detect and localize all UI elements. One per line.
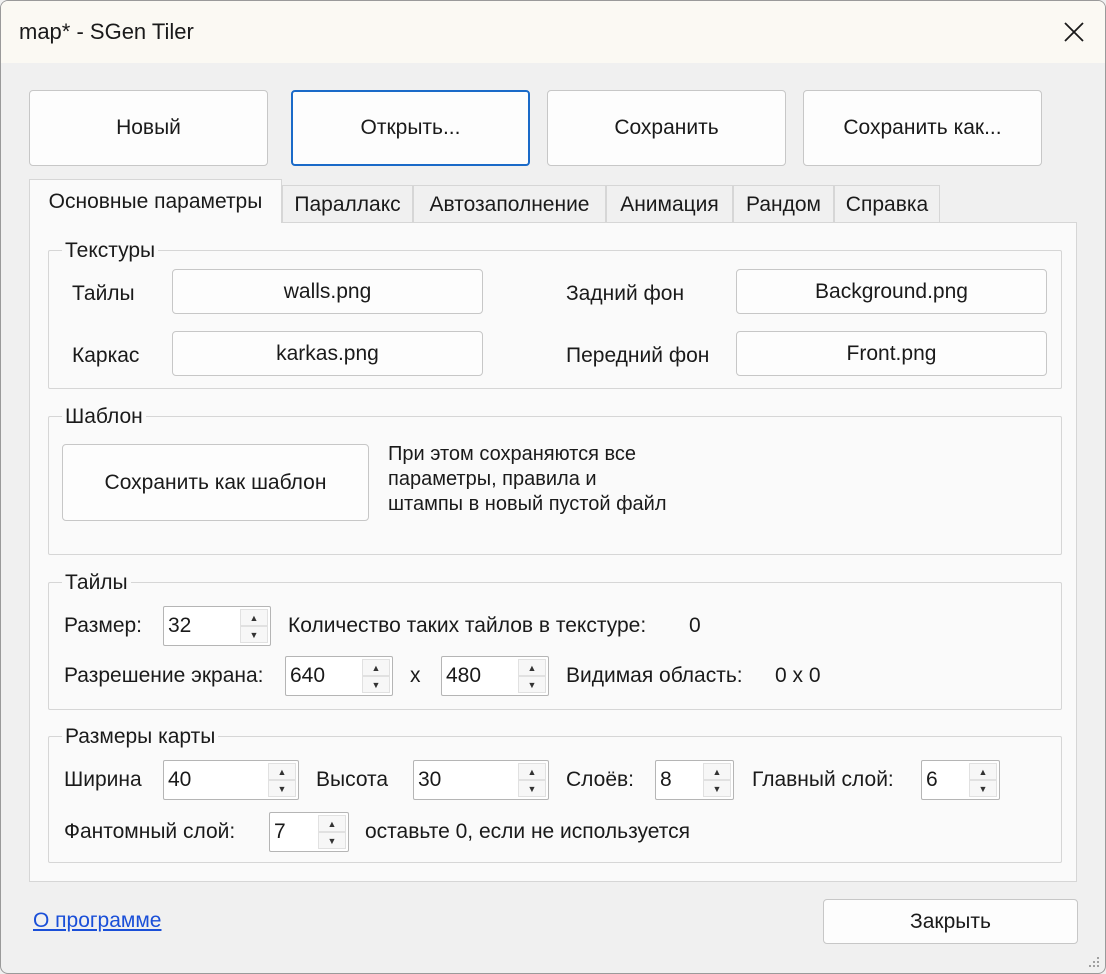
phantom-layer-hint: оставьте 0, если не используется [365, 820, 690, 843]
visible-area-value: 0 x 0 [775, 664, 821, 687]
spin-down-icon[interactable]: ▼ [518, 676, 546, 693]
main-layer-label: Главный слой: [752, 768, 894, 791]
tab-main-params[interactable]: Основные параметры [29, 179, 282, 223]
save-button[interactable]: Сохранить [547, 90, 786, 166]
tile-count-value: 0 [689, 614, 701, 637]
spin-down-icon[interactable]: ▼ [362, 676, 390, 693]
template-description: При этом сохраняются все параметры, прав… [388, 443, 667, 515]
tiles-texture-label: Тайлы [72, 282, 135, 305]
karkas-texture-button[interactable]: karkas.png [172, 331, 483, 376]
tab-panel-main: Текстуры Тайлы walls.png Каркас karkas.p… [29, 222, 1077, 882]
textures-group-label: Текстуры [62, 239, 159, 263]
tiles-texture-button[interactable]: walls.png [172, 269, 483, 314]
map-height-label: Высота [316, 768, 389, 791]
close-icon [1064, 22, 1084, 42]
app-window: map* - SGen Tiler Новый Открыть... Сохра… [0, 0, 1106, 974]
background-texture-button[interactable]: Background.png [736, 269, 1047, 314]
spin-up-icon[interactable]: ▲ [703, 763, 731, 780]
map-width-stepper[interactable]: 40 ▲ ▼ [163, 760, 299, 800]
map-width-value: 40 [168, 768, 192, 791]
tab-help[interactable]: Справка [834, 185, 940, 223]
phantom-layer-stepper[interactable]: 7 ▲ ▼ [269, 812, 349, 852]
front-texture-button[interactable]: Front.png [736, 331, 1047, 376]
spin-down-icon[interactable]: ▼ [518, 780, 546, 797]
tab-autofill[interactable]: Автозаполнение [413, 185, 606, 223]
save-as-button[interactable]: Сохранить как... [803, 90, 1042, 166]
map-size-group-label: Размеры карты [62, 725, 219, 749]
tab-parallax[interactable]: Параллакс [282, 185, 413, 223]
resolution-height-value: 480 [446, 664, 482, 687]
spin-down-icon[interactable]: ▼ [318, 832, 346, 849]
spin-up-icon[interactable]: ▲ [518, 659, 546, 676]
spin-down-icon[interactable]: ▼ [240, 626, 268, 643]
tab-animation[interactable]: Анимация [606, 185, 733, 223]
tiles-group [48, 582, 1062, 710]
resolution-width-stepper[interactable]: 640 ▲ ▼ [285, 656, 393, 696]
resolution-separator: x [410, 664, 421, 687]
spin-up-icon[interactable]: ▲ [518, 763, 546, 780]
spin-up-icon[interactable]: ▲ [240, 609, 268, 626]
resolution-width-value: 640 [290, 664, 326, 687]
close-window-button[interactable] [1051, 11, 1097, 53]
phantom-layer-value: 7 [274, 820, 286, 843]
map-height-stepper[interactable]: 30 ▲ ▼ [413, 760, 549, 800]
layers-value: 8 [660, 768, 672, 791]
window-title: map* - SGen Tiler [19, 19, 194, 44]
template-group-label: Шаблон [62, 405, 146, 429]
visible-area-label: Видимая область: [566, 664, 743, 687]
tab-random[interactable]: Рандом [733, 185, 834, 223]
tile-size-value: 32 [168, 614, 192, 637]
screen-resolution-label: Разрешение экрана: [64, 664, 264, 687]
spin-up-icon[interactable]: ▲ [318, 815, 346, 832]
resolution-height-stepper[interactable]: 480 ▲ ▼ [441, 656, 549, 696]
tile-count-label: Количество таких тайлов в текстуре: [288, 614, 647, 637]
save-as-template-button[interactable]: Сохранить как шаблон [62, 444, 369, 521]
map-height-value: 30 [418, 768, 442, 791]
main-layer-value: 6 [926, 768, 938, 791]
main-layer-stepper[interactable]: 6 ▲ ▼ [921, 760, 1000, 800]
tile-size-label: Размер: [64, 614, 143, 637]
spin-down-icon[interactable]: ▼ [268, 780, 296, 797]
karkas-texture-label: Каркас [72, 344, 140, 367]
tile-size-stepper[interactable]: 32 ▲ ▼ [163, 606, 271, 646]
spin-up-icon[interactable]: ▲ [969, 763, 997, 780]
phantom-layer-label: Фантомный слой: [64, 820, 236, 843]
resize-grip-icon[interactable] [1085, 953, 1101, 969]
open-button[interactable]: Открыть... [291, 90, 530, 166]
spin-down-icon[interactable]: ▼ [703, 780, 731, 797]
map-width-label: Ширина [64, 768, 142, 791]
spin-up-icon[interactable]: ▲ [268, 763, 296, 780]
spin-down-icon[interactable]: ▼ [969, 780, 997, 797]
title-bar: map* - SGen Tiler [1, 1, 1105, 63]
layers-stepper[interactable]: 8 ▲ ▼ [655, 760, 734, 800]
about-link[interactable]: О программе [33, 909, 161, 933]
layers-label: Слоёв: [566, 768, 635, 791]
front-texture-label: Передний фон [566, 344, 710, 367]
tiles-group-label: Тайлы [62, 571, 131, 595]
new-button[interactable]: Новый [29, 90, 268, 166]
close-button[interactable]: Закрыть [823, 899, 1078, 944]
spin-up-icon[interactable]: ▲ [362, 659, 390, 676]
background-texture-label: Задний фон [566, 282, 685, 305]
